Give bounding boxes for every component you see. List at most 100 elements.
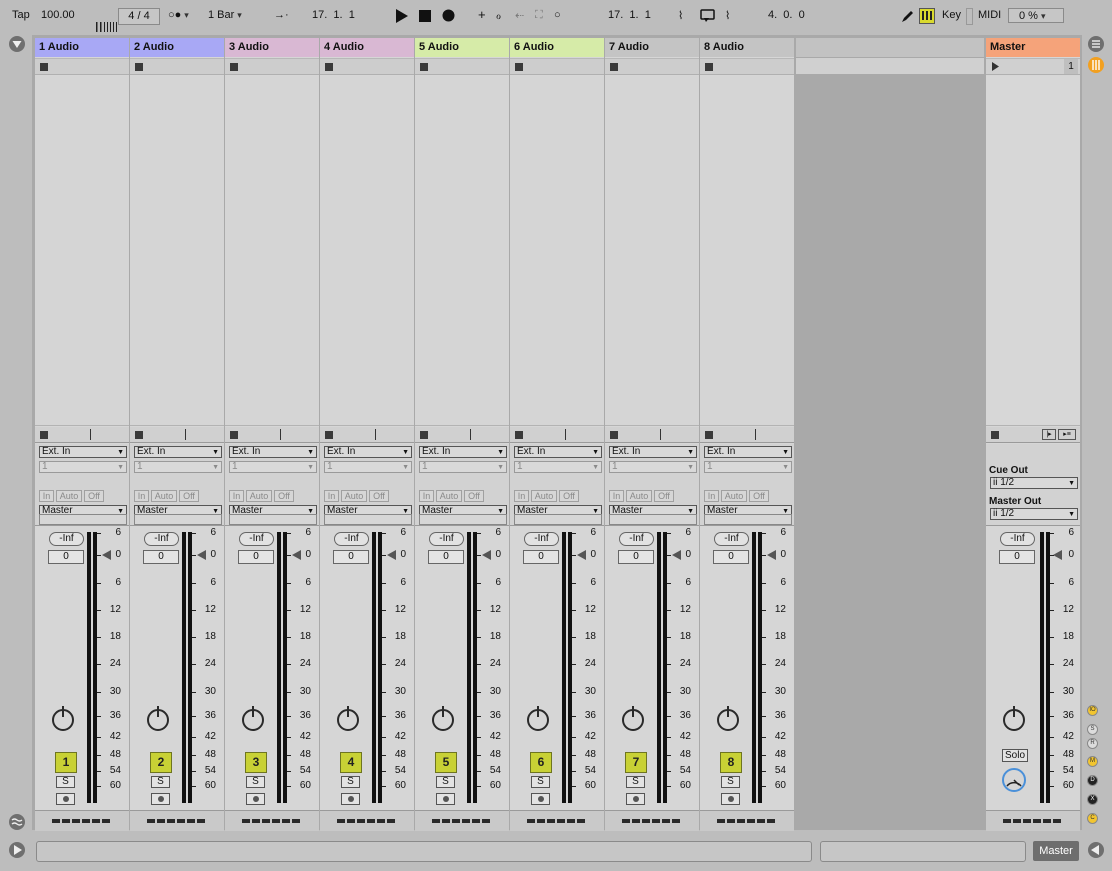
send-level[interactable]: -Inf [429,532,464,546]
follow-arrow-icon[interactable]: →· [274,9,289,21]
clip-stop-icon[interactable] [40,63,48,71]
session-record-icon[interactable]: ○ [554,9,561,21]
volume-field[interactable]: 0 [48,550,84,564]
capture-icon[interactable]: ⛶ [535,9,543,22]
monitor-auto-button[interactable]: Auto [151,490,177,502]
volume-field[interactable]: 0 [238,550,274,564]
output-channel-field[interactable] [704,514,792,525]
computer-midi-keyboard-icon[interactable] [919,8,935,24]
track-header[interactable]: 3 Audio [225,38,319,57]
clip-slot-area[interactable] [510,76,604,426]
clip-slot-area[interactable] [700,76,794,426]
input-channel-select[interactable]: 1 [704,461,792,473]
overdub-icon[interactable]: + [478,7,486,22]
follow-icon[interactable]: ○● [168,9,189,21]
record-icon[interactable] [442,9,455,25]
monitor-in-button[interactable]: In [229,490,244,502]
pan-knob[interactable] [337,706,359,731]
track-header[interactable]: 4 Audio [320,38,414,57]
pan-knob[interactable] [147,706,169,731]
track-header[interactable]: 1 Audio [35,38,129,57]
send-level[interactable]: -Inf [49,532,84,546]
clip-stop-icon[interactable] [135,63,143,71]
solo-button[interactable]: S [626,776,645,788]
output-channel-field[interactable] [134,514,222,525]
clip-slot-area[interactable] [225,76,319,426]
solo-cue-button[interactable]: Solo [1002,749,1028,762]
pan-knob[interactable] [242,706,264,731]
send-level[interactable]: -Inf [239,532,274,546]
stop-clips-icon[interactable] [40,431,48,439]
browser-toggle-icon[interactable] [8,35,26,56]
output-channel-field[interactable] [324,514,412,525]
clip-slot[interactable] [320,58,414,75]
solo-button[interactable]: S [721,776,740,788]
pan-knob[interactable] [717,706,739,731]
loop-length-field[interactable]: 4. 0. 0 [768,9,805,21]
volume-field[interactable]: 0 [333,550,369,564]
track-activator-button[interactable]: 7 [625,752,647,773]
track-activator-button[interactable]: 5 [435,752,457,773]
send-level[interactable]: -Inf [334,532,369,546]
master-volume-field[interactable]: 0 [999,550,1035,564]
input-channel-select[interactable]: 1 [419,461,507,473]
monitor-auto-button[interactable]: Auto [341,490,367,502]
stop-all-clips-icon[interactable] [991,431,999,439]
session-view-icon[interactable] [1087,35,1105,56]
send-level[interactable]: -Inf [524,532,559,546]
monitor-off-button[interactable]: Off [559,490,579,502]
input-channel-select[interactable]: 1 [39,461,127,473]
input-type-select[interactable]: Ext. In [419,446,507,458]
play-icon[interactable] [395,9,409,26]
sends-icon[interactable]: S [1087,724,1098,735]
send-level[interactable]: -Inf [144,532,179,546]
track-header[interactable]: 2 Audio [130,38,224,57]
monitor-auto-button[interactable]: Auto [246,490,272,502]
monitor-in-button[interactable]: In [514,490,529,502]
quantize-select[interactable]: 1 Bar [208,9,242,21]
crossfade-icon[interactable]: X [1087,794,1098,805]
input-channel-select[interactable]: 1 [324,461,412,473]
monitor-off-button[interactable]: Off [749,490,769,502]
monitor-in-button[interactable]: In [39,490,54,502]
monitor-auto-button[interactable]: Auto [531,490,557,502]
input-channel-select[interactable]: 1 [514,461,602,473]
solo-button[interactable]: S [341,776,360,788]
clip-slot[interactable] [225,58,319,75]
punch-in-icon[interactable]: ⌇ [678,9,683,22]
clip-slot[interactable] [130,58,224,75]
track-header[interactable]: 8 Audio [700,38,794,57]
clip-slot-area[interactable] [605,76,699,426]
track-activator-button[interactable]: 2 [150,752,172,773]
track-header[interactable]: 6 Audio [510,38,604,57]
monitor-off-button[interactable]: Off [369,490,389,502]
midi-map-button[interactable]: MIDI [978,9,1001,21]
track-activator-button[interactable]: 6 [530,752,552,773]
master-send-level[interactable]: -Inf [1000,532,1035,546]
arm-button[interactable] [721,793,740,805]
monitor-off-button[interactable]: Off [274,490,294,502]
output-channel-field[interactable] [609,514,697,525]
stop-clips-icon[interactable] [420,431,428,439]
monitor-auto-button[interactable]: Auto [721,490,747,502]
arm-button[interactable] [436,793,455,805]
master-header[interactable]: Master [986,38,1080,57]
track-header[interactable]: 7 Audio [605,38,699,57]
master-pan-knob[interactable] [1003,706,1025,731]
arm-button[interactable] [246,793,265,805]
solo-button[interactable]: S [246,776,265,788]
monitor-auto-button[interactable]: Auto [626,490,652,502]
input-type-select[interactable]: Ext. In [134,446,222,458]
loop-switch-icon[interactable] [700,9,716,26]
input-type-select[interactable]: Ext. In [514,446,602,458]
arm-button[interactable] [341,793,360,805]
monitor-in-button[interactable]: In [419,490,434,502]
input-type-select[interactable]: Ext. In [229,446,317,458]
solo-button[interactable]: S [531,776,550,788]
monitor-auto-button[interactable]: Auto [56,490,82,502]
volume-field[interactable]: 0 [523,550,559,564]
solo-button[interactable]: S [151,776,170,788]
clip-slot-area[interactable] [320,76,414,426]
output-channel-field[interactable] [39,514,127,525]
groove-pool-icon[interactable] [8,813,26,834]
